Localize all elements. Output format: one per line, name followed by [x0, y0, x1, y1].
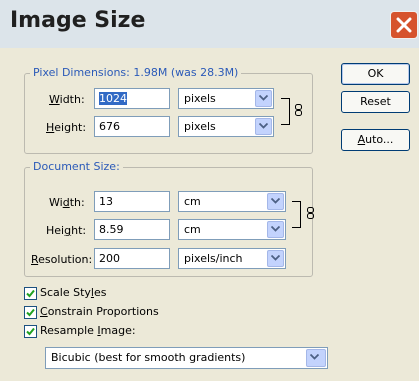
chevron-down-icon [267, 250, 284, 267]
pixel-width-input[interactable]: 1024 [94, 88, 170, 109]
resolution-label: Resolution: [31, 253, 93, 266]
dialog-title: Image Size [10, 8, 146, 33]
doc-width-unit-select[interactable]: cm [178, 191, 286, 212]
doc-height-input[interactable]: 8.59 [94, 219, 170, 240]
pixel-dimensions-legend: Pixel Dimensions: 1.98M (was 28.3M) [30, 66, 242, 79]
chain-link-icon [307, 207, 314, 219]
checkmark-icon [26, 327, 35, 336]
pixel-link-bracket [281, 98, 290, 125]
resample-image-label: Resample Image: [40, 324, 136, 337]
checkmark-icon [26, 308, 35, 317]
resample-image-checkbox[interactable] [24, 325, 37, 338]
chevron-down-icon [267, 193, 284, 210]
pixel-height-input[interactable]: 676 [94, 116, 170, 137]
constrain-proportions-label: Constrain Proportions [40, 305, 159, 318]
constrain-proportions-checkbox[interactable] [24, 306, 37, 319]
chevron-down-icon [255, 90, 272, 107]
auto-button[interactable]: Auto... [341, 129, 410, 151]
pixel-dimensions-group [24, 73, 313, 154]
resample-method-select[interactable]: Bicubic (best for smooth gradients) [45, 347, 328, 369]
chevron-down-icon [306, 349, 326, 367]
chevron-down-icon [255, 118, 272, 135]
resolution-unit-select[interactable]: pixels/inch [178, 248, 286, 269]
document-size-legend: Document Size: [30, 160, 123, 173]
document-link-bracket [292, 201, 301, 228]
reset-button[interactable]: Reset [341, 91, 410, 113]
resolution-input[interactable]: 200 [94, 248, 170, 269]
chevron-down-icon [267, 221, 284, 238]
pixel-height-label: Height: [46, 121, 87, 134]
close-button[interactable] [390, 11, 418, 39]
scale-styles-checkbox[interactable] [24, 287, 37, 300]
scale-styles-label: Scale Styles [40, 286, 107, 299]
pixel-height-unit-select[interactable]: pixels [178, 116, 274, 137]
checkmark-icon [26, 289, 35, 298]
ok-button[interactable]: OK [341, 63, 410, 85]
doc-width-label: Width: [49, 196, 85, 209]
chain-link-icon [295, 104, 302, 116]
doc-width-input[interactable]: 13 [94, 191, 170, 212]
doc-height-unit-select[interactable]: cm [178, 219, 286, 240]
pixel-width-unit-select[interactable]: pixels [178, 88, 274, 109]
pixel-width-label: Width: [49, 93, 85, 106]
close-icon [396, 17, 412, 33]
doc-height-label: Height: [46, 224, 87, 237]
